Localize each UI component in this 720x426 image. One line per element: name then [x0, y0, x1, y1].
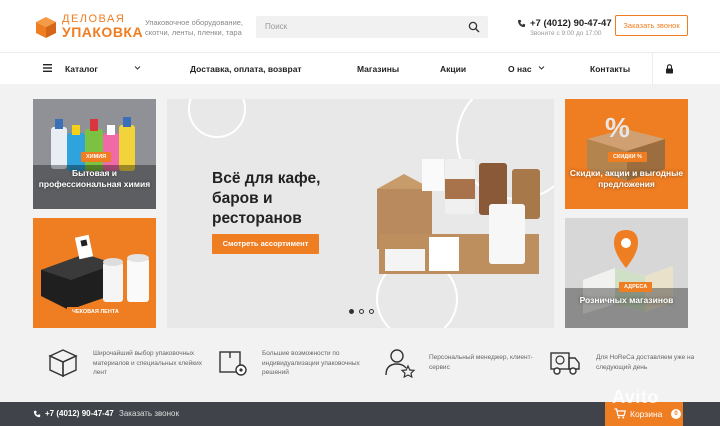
tile-chemistry[interactable]: ХИМИЯ Бытовая и профессиональная химия	[33, 99, 156, 209]
manager-star-icon	[385, 349, 416, 378]
tile-stores-label: Розничных магазинов	[579, 295, 674, 305]
svg-text:%: %	[605, 112, 630, 143]
bottom-order-call[interactable]: Заказать звонок	[119, 409, 179, 418]
menu-icon[interactable]	[43, 64, 52, 72]
map-pin-image	[565, 218, 688, 328]
phone-icon	[517, 19, 526, 28]
box-logo-icon	[34, 15, 58, 39]
header: ДЕЛОВАЯ УПАКОВКА Упаковочное оборудовани…	[0, 0, 720, 52]
main-nav: Каталог Доставка, оплата, возврат Магази…	[0, 52, 720, 85]
tag-stores: АДРЕСА	[619, 282, 653, 292]
nav-item-catalog[interactable]: Каталог	[65, 64, 98, 74]
header-phone[interactable]: +7 (4012) 90-47-47	[530, 18, 612, 29]
cart-count-badge: 0	[671, 409, 681, 419]
tagline: Упаковочное оборудование, скотчи, ленты,…	[145, 18, 244, 37]
chevron-down-icon[interactable]	[134, 64, 141, 71]
lock-icon[interactable]	[665, 64, 674, 74]
cart-icon	[614, 408, 626, 419]
slider-dot-1[interactable]	[349, 309, 354, 314]
search-icon[interactable]	[468, 21, 480, 33]
logo[interactable]: ДЕЛОВАЯ УПАКОВКА	[34, 14, 143, 39]
bottom-phone[interactable]: +7 (4012) 90-47-47	[45, 409, 114, 418]
hero-banner[interactable]: Всё для кафе, баров и ресторанов Смотрет…	[167, 99, 554, 328]
search-input[interactable]: Поиск	[256, 16, 488, 38]
tile-discounts-label: Скидки, акции и выгодные предложения	[569, 168, 684, 189]
nav-item-promotions[interactable]: Акции	[440, 64, 466, 74]
slider-dot-3[interactable]	[369, 309, 374, 314]
tile-chemistry-label: Бытовая и профессиональная химия	[38, 168, 151, 189]
order-call-button[interactable]: Заказать звонок	[615, 15, 688, 36]
working-hours: Звоните с 9:00 до 17:00	[530, 30, 602, 37]
tile-stores[interactable]: АДРЕСА Розничных магазинов	[565, 218, 688, 328]
avito-watermark: Avito	[612, 387, 659, 407]
feature-text-customization: Большие возможности по индивидуализации …	[262, 350, 360, 376]
tag-chemistry: ХИМИЯ	[81, 152, 112, 162]
feature-text-manager: Персональный менеджер, клиент-сервис	[429, 354, 533, 371]
cart-label: Корзина	[630, 409, 663, 419]
slider-dot-2[interactable]	[359, 309, 364, 314]
view-assortment-button[interactable]: Смотреть ассортимент	[212, 234, 319, 254]
nav-item-stores[interactable]: Магазины	[357, 64, 399, 74]
search-placeholder: Поиск	[265, 22, 288, 31]
hero-title: Всё для кафе, баров и ресторанов	[212, 170, 321, 227]
chevron-down-icon[interactable]	[538, 64, 545, 71]
nav-item-about[interactable]: О нас	[508, 64, 532, 74]
box-gear-icon	[219, 351, 247, 376]
tag-discounts: СКИДКИ %	[608, 152, 647, 162]
tag-receipt-tape: ЧЕКОВАЯ ЛЕНТА	[67, 307, 124, 317]
box-icon	[48, 349, 78, 378]
logo-line2: УПАКОВКА	[62, 24, 144, 40]
delivery-truck-icon	[550, 352, 580, 375]
nav-item-contacts[interactable]: Контакты	[590, 64, 630, 74]
tile-receipt-tape[interactable]: ЧЕКОВАЯ ЛЕНТА	[33, 218, 156, 328]
feature-text-delivery: Для HoReCa доставляем уже на следующий д…	[596, 354, 695, 371]
nav-item-delivery[interactable]: Доставка, оплата, возврат	[190, 64, 302, 74]
tile-discounts[interactable]: % СКИДКИ % Скидки, акции и выгодные пред…	[565, 99, 688, 209]
feature-text-assortment: Широчайший выбор упаковочных материалов …	[93, 350, 203, 376]
phone-icon	[33, 410, 41, 418]
nav-divider	[652, 53, 653, 85]
